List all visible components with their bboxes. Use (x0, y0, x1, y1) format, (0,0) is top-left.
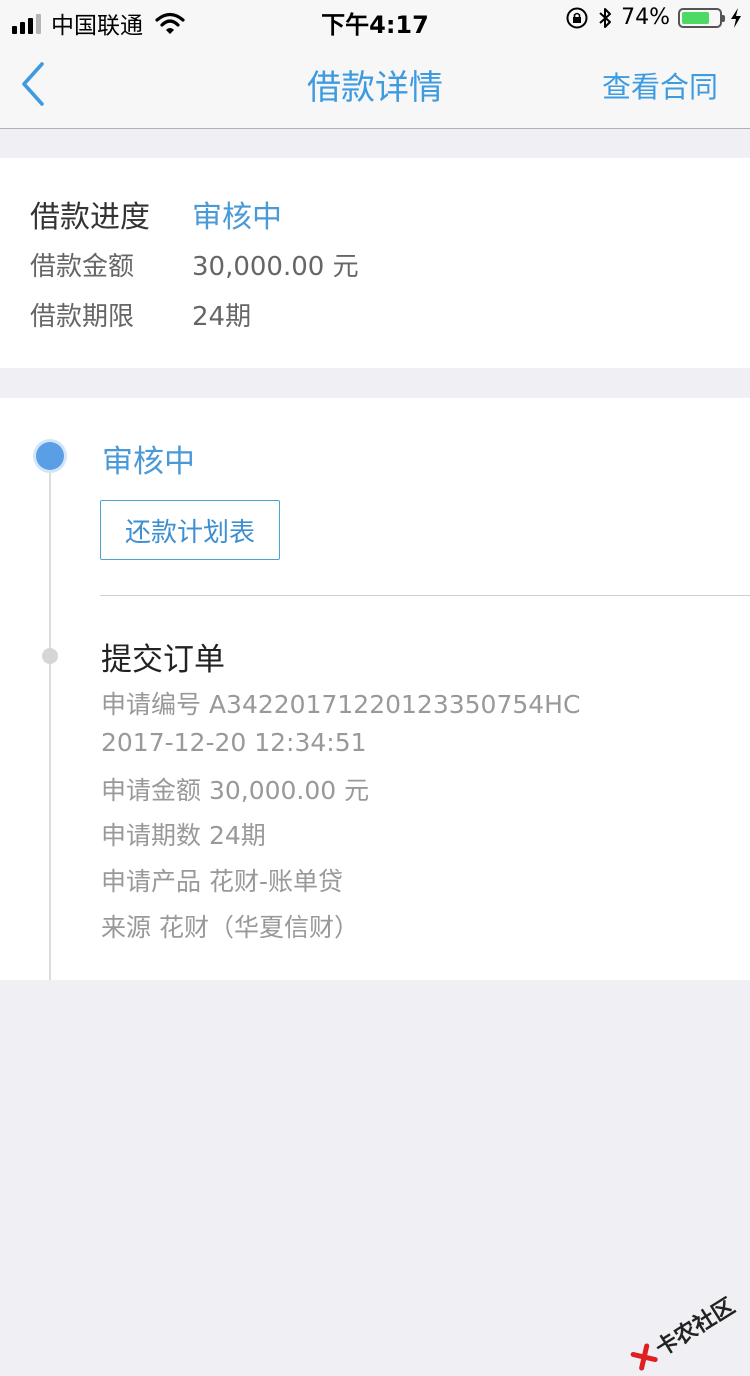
orientation-lock-icon (566, 7, 588, 28)
status-right: 74% (565, 5, 742, 30)
application-source: 来源 花财（华夏信财） (101, 913, 359, 942)
application-amount: 申请金额 30,000.00 元 (101, 776, 370, 805)
application-product: 申请产品 花财-账单贷 (101, 867, 343, 896)
charging-icon (731, 7, 741, 28)
watermark-text: 卡农社区 (651, 1293, 740, 1362)
timeline-divider (100, 595, 750, 596)
bluetooth-icon (599, 7, 612, 28)
navigation-bar: 借款详情 查看合同 (0, 40, 750, 129)
loan-timeline-card: 审核中 还款计划表 提交订单 申请编号 A3422017122012335075… (0, 398, 750, 980)
status-bar: 中国联通 下午4:17 74% (0, 0, 750, 40)
loan-term-row: 借款期限 24期 (30, 296, 251, 333)
loan-amount-row: 借款金额 30,000.00 元 (30, 246, 359, 283)
loan-term-label: 借款期限 (30, 302, 135, 332)
repayment-plan-button[interactable]: 还款计划表 (100, 500, 280, 560)
view-contract-button[interactable]: 查看合同 (602, 64, 718, 106)
timeline-current-status: 审核中 (102, 444, 195, 480)
loan-summary-card: 借款进度 审核中 借款金额 30,000.00 元 借款期限 24期 (0, 158, 750, 368)
timeline-active-dot (36, 442, 64, 470)
loan-progress-value: 审核中 (192, 200, 282, 235)
application-time: 2017-12-20 12:34:51 (101, 728, 367, 757)
loan-progress-row: 借款进度 审核中 (30, 192, 282, 236)
loan-progress-label: 借款进度 (30, 200, 150, 235)
application-term: 申请期数 24期 (101, 821, 266, 850)
battery-icon (678, 7, 725, 28)
loan-amount-label: 借款金额 (30, 252, 135, 282)
timeline-event-title: 提交订单 (101, 642, 225, 678)
timeline-line (49, 456, 51, 980)
watermark-logo: 卡农社区 (626, 1289, 740, 1376)
loan-term-value: 24期 (192, 302, 252, 332)
battery-level-fill (682, 11, 709, 24)
battery-percent: 74% (621, 5, 670, 30)
timeline-step-dot (42, 648, 58, 664)
loan-amount-value: 30,000.00 元 (192, 252, 359, 282)
application-number: 申请编号 A34220171220123350754HC (101, 690, 581, 719)
